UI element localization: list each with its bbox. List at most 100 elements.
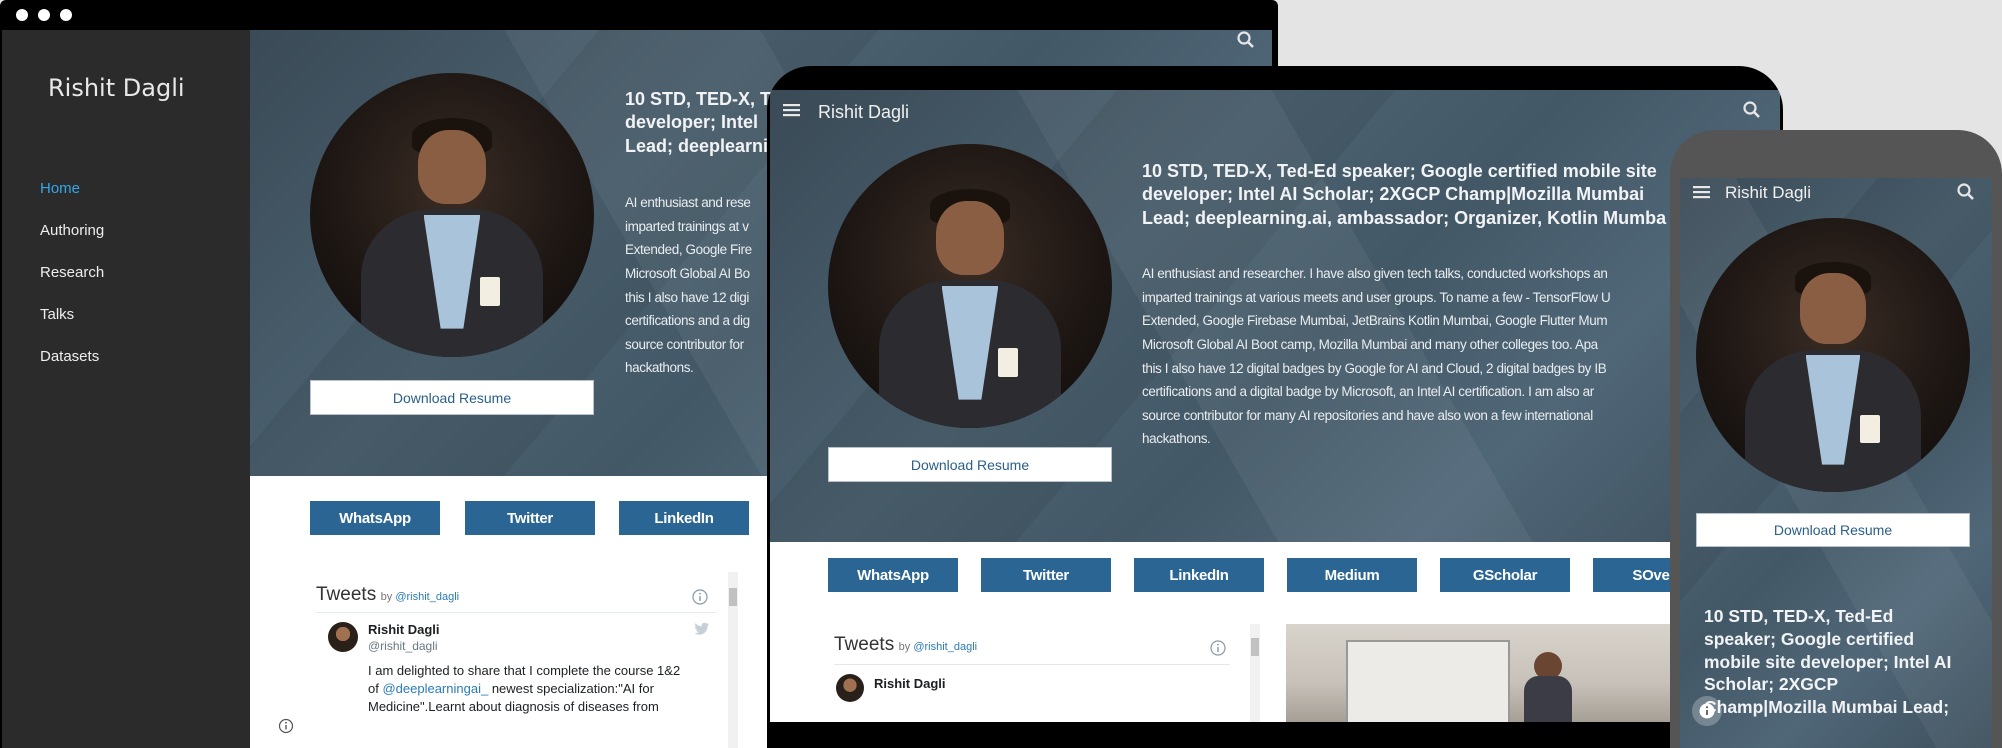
bio-line: certifications and a digital badge by Mi… (1142, 384, 1594, 400)
search-icon[interactable] (1956, 182, 1976, 202)
search-icon[interactable] (1742, 100, 1762, 120)
heading-line: Lead; deeplearning.ai, ambassador; Organ… (1142, 207, 1667, 228)
tweets-widget: Tweets by @rishit_dagli Rishit Dagli @ri… (316, 572, 738, 748)
site-title[interactable]: Rishit Dagli (48, 74, 185, 102)
heading-line: Lead; deeplearni (625, 135, 769, 156)
search-icon[interactable] (1236, 30, 1258, 52)
bio-line: certifications and a dig (625, 313, 750, 329)
tweets-by: by @rishit_dagli (381, 591, 459, 603)
heading-line: speaker; Google certified (1704, 628, 1915, 649)
bio-line: Microsoft Global AI Bo (625, 265, 750, 281)
tweet-line: of @deeplearningai_ newest specializatio… (368, 680, 718, 698)
tablet-hero: Rishit Dagli Download Resume 10 STD, TED… (770, 90, 1780, 542)
nav-item-talks[interactable]: Talks (40, 306, 104, 348)
tweets-title-row: Tweets by @rishit_dagli (316, 584, 716, 606)
scrollbar[interactable] (728, 572, 738, 748)
tweet-text-part: of (368, 680, 383, 696)
tweet-author-name[interactable]: Rishit Dagli (874, 676, 946, 691)
hero-bio: AI enthusiast and researcher. I have als… (1142, 262, 1611, 451)
bio-line: Microsoft Global AI Boot camp, Mozilla M… (1142, 336, 1598, 352)
twitter-button[interactable]: Twitter (981, 558, 1111, 592)
tweets-title: Tweets (316, 584, 377, 605)
info-icon[interactable] (692, 589, 708, 605)
bio-line: hackathons. (625, 360, 694, 376)
profile-photo (828, 144, 1112, 428)
hamburger-menu-icon[interactable] (782, 102, 802, 118)
heading-line: 10 STD, TED-X, Ted-Ed (1704, 606, 1894, 626)
nav-item-datasets[interactable]: Datasets (40, 348, 104, 390)
tweet-line: Medicine".Learnt about diagnosis of dise… (368, 698, 659, 714)
info-circle-icon[interactable] (1692, 696, 1722, 726)
download-resume-button[interactable]: Download Resume (310, 380, 594, 415)
bio-line: hackathons. (1142, 431, 1211, 447)
window-dot[interactable] (60, 9, 72, 21)
tweet-author-name[interactable]: Rishit Dagli (368, 622, 440, 637)
tweet-avatar[interactable] (328, 622, 358, 652)
nav-item-authoring[interactable]: Authoring (40, 222, 104, 264)
mobile-screen: Rishit Dagli Download Resume 10 STD, TED… (1680, 178, 1992, 748)
hamburger-menu-icon[interactable] (1692, 184, 1712, 200)
tablet-site-title[interactable]: Rishit Dagli (818, 102, 909, 123)
profile-photo (310, 73, 594, 357)
bio-line: Extended, Google Firebase Mumbai, JetBra… (1142, 313, 1608, 329)
tweet-author-handle[interactable]: @rishit_dagli (368, 639, 438, 653)
bio-line: source contributor for (625, 336, 744, 352)
window-controls (16, 9, 86, 23)
download-resume-button[interactable]: Download Resume (828, 447, 1112, 482)
linkedin-button[interactable]: LinkedIn (1134, 558, 1264, 592)
heading-line: developer; Intel AI Scholar; 2XGCP Champ… (1142, 184, 1645, 205)
linkedin-button[interactable]: LinkedIn (619, 501, 749, 535)
hero-bio: AI enthusiast and rese imparted training… (625, 191, 752, 380)
twitter-bird-icon[interactable] (694, 622, 710, 636)
heading-line: 10 STD, TED-X, T (625, 89, 772, 109)
mobile-frame: Rishit Dagli Download Resume 10 STD, TED… (1670, 130, 2002, 748)
bio-line: this I also have 12 digi (625, 289, 749, 305)
tweets-handle-link[interactable]: @rishit_dagli (395, 591, 459, 603)
tweets-by-word: by (380, 591, 393, 603)
twitter-button[interactable]: Twitter (465, 501, 595, 535)
bio-line: this I also have 12 digital badges by Go… (1142, 360, 1607, 376)
hero-heading: 10 STD, TED-X, T developer; Intel Lead; … (625, 88, 771, 158)
heading-line: Scholar; 2XGCP (1704, 674, 1839, 695)
gscholar-button[interactable]: GScholar (1440, 558, 1570, 592)
profile-photo (1696, 218, 1970, 492)
nav-item-research[interactable]: Research (40, 264, 104, 306)
download-resume-button[interactable]: Download Resume (1696, 513, 1970, 547)
bio-line: AI enthusiast and researcher. I have als… (1142, 266, 1608, 281)
medium-button[interactable]: Medium (1287, 558, 1417, 592)
tweets-title: Tweets (834, 634, 895, 655)
scrollbar[interactable] (1250, 624, 1260, 722)
heading-line: mobile site developer; Intel AI (1704, 651, 1952, 672)
tweets-widget: Tweets by @rishit_dagli Rishit Dagli (834, 634, 1234, 714)
divider (316, 612, 716, 613)
sidebar: Rishit Dagli Home Authoring Research Tal… (2, 30, 250, 748)
tablet-content: WhatsApp Twitter LinkedIn Medium GSchola… (770, 542, 1780, 722)
window-dot[interactable] (38, 9, 50, 21)
tablet-screen: Rishit Dagli Download Resume 10 STD, TED… (770, 90, 1780, 722)
tweet-avatar[interactable] (836, 674, 864, 702)
heading-line: developer; Intel (625, 112, 759, 133)
whatsapp-button[interactable]: WhatsApp (310, 501, 440, 535)
tablet-frame: Rishit Dagli Download Resume 10 STD, TED… (767, 66, 1783, 748)
hero-heading: 10 STD, TED-X, Ted-Ed speaker; Google ce… (1704, 605, 1951, 719)
divider (834, 664, 1230, 665)
info-icon[interactable] (1210, 640, 1226, 656)
heading-line: 10 STD, TED-X, Ted-Ed speaker; Google ce… (1142, 161, 1657, 181)
tweets-by-word: by (898, 641, 911, 653)
bio-line: imparted trainings at v (625, 218, 749, 234)
mobile-site-title[interactable]: Rishit Dagli (1725, 183, 1811, 203)
heading-line: Champ|Mozilla Mumbai Lead; (1704, 697, 1950, 717)
bio-line: source contributor for many AI repositor… (1142, 407, 1593, 423)
sidebar-nav: Home Authoring Research Talks Datasets (40, 180, 104, 390)
tweets-handle-link[interactable]: @rishit_dagli (913, 641, 977, 653)
whatsapp-button[interactable]: WhatsApp (828, 558, 958, 592)
info-circle-icon[interactable] (278, 718, 294, 734)
tweet-mention-link[interactable]: @deeplearningai_ (382, 681, 488, 696)
tweets-by: by @rishit_dagli (899, 641, 977, 653)
tweet-text-part: newest specialization:"AI for (488, 680, 654, 696)
hero-heading: 10 STD, TED-X, Ted-Ed speaker; Google ce… (1142, 160, 1666, 230)
tweet-line: I am delighted to share that I complete … (368, 663, 681, 678)
nav-item-home[interactable]: Home (40, 180, 104, 222)
window-dot[interactable] (16, 9, 28, 21)
tweet-text: I am delighted to share that I complete … (368, 662, 718, 716)
